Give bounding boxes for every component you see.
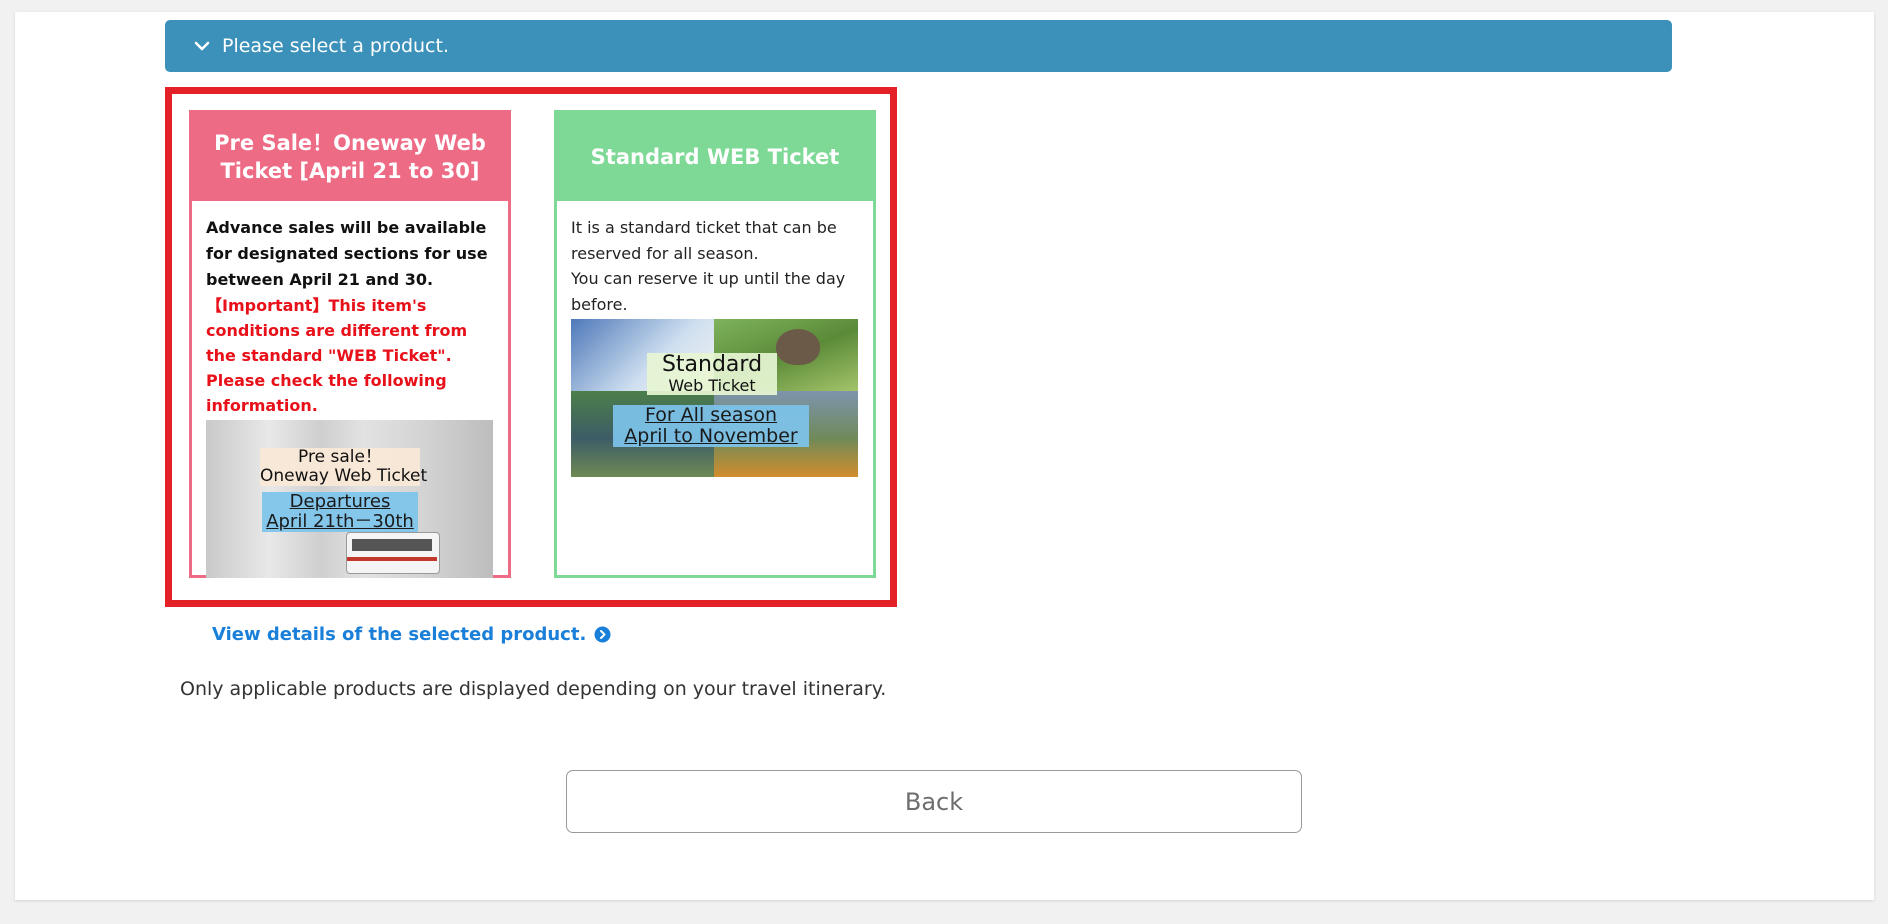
product-description: Advance sales will be available for desi… xyxy=(206,218,488,289)
image-caption-title: Standard Web Ticket xyxy=(647,353,777,395)
product-image-standard: Standard Web Ticket For All season April… xyxy=(571,319,858,477)
chevron-down-icon xyxy=(192,36,212,56)
product-title: Standard WEB Ticket xyxy=(557,113,873,201)
image-caption-dates: Departures April 21th－30th xyxy=(262,492,418,532)
accordion-label: Please select a product. xyxy=(222,35,449,57)
product-card-standard[interactable]: Standard WEB Ticket It is a standard tic… xyxy=(554,110,876,578)
product-card-presale[interactable]: Pre Sale！Oneway Web Ticket [April 21 to … xyxy=(189,110,511,578)
image-caption-season: For All season April to November xyxy=(613,405,809,447)
arrow-circle-right-icon xyxy=(594,626,611,643)
details-link-label: View details of the selected product. xyxy=(212,624,587,645)
product-description: It is a standard ticket that can be rese… xyxy=(571,218,846,314)
product-image-presale: Pre sale！ Oneway Web Ticket Departures A… xyxy=(206,420,493,578)
important-notice: 【Important】This item's conditions are di… xyxy=(206,296,468,415)
product-title: Pre Sale！Oneway Web Ticket [April 21 to … xyxy=(192,113,508,201)
itinerary-note: Only applicable products are displayed d… xyxy=(180,678,887,700)
view-details-link[interactable]: View details of the selected product. xyxy=(212,624,611,645)
bus-graphic xyxy=(346,532,440,574)
product-select-accordion[interactable]: Please select a product. xyxy=(165,20,1672,72)
bird-graphic xyxy=(776,329,820,365)
image-caption-title: Pre sale！ Oneway Web Ticket xyxy=(260,447,428,486)
back-button[interactable]: Back xyxy=(566,770,1302,833)
selected-products-frame: Pre Sale！Oneway Web Ticket [April 21 to … xyxy=(165,87,897,607)
